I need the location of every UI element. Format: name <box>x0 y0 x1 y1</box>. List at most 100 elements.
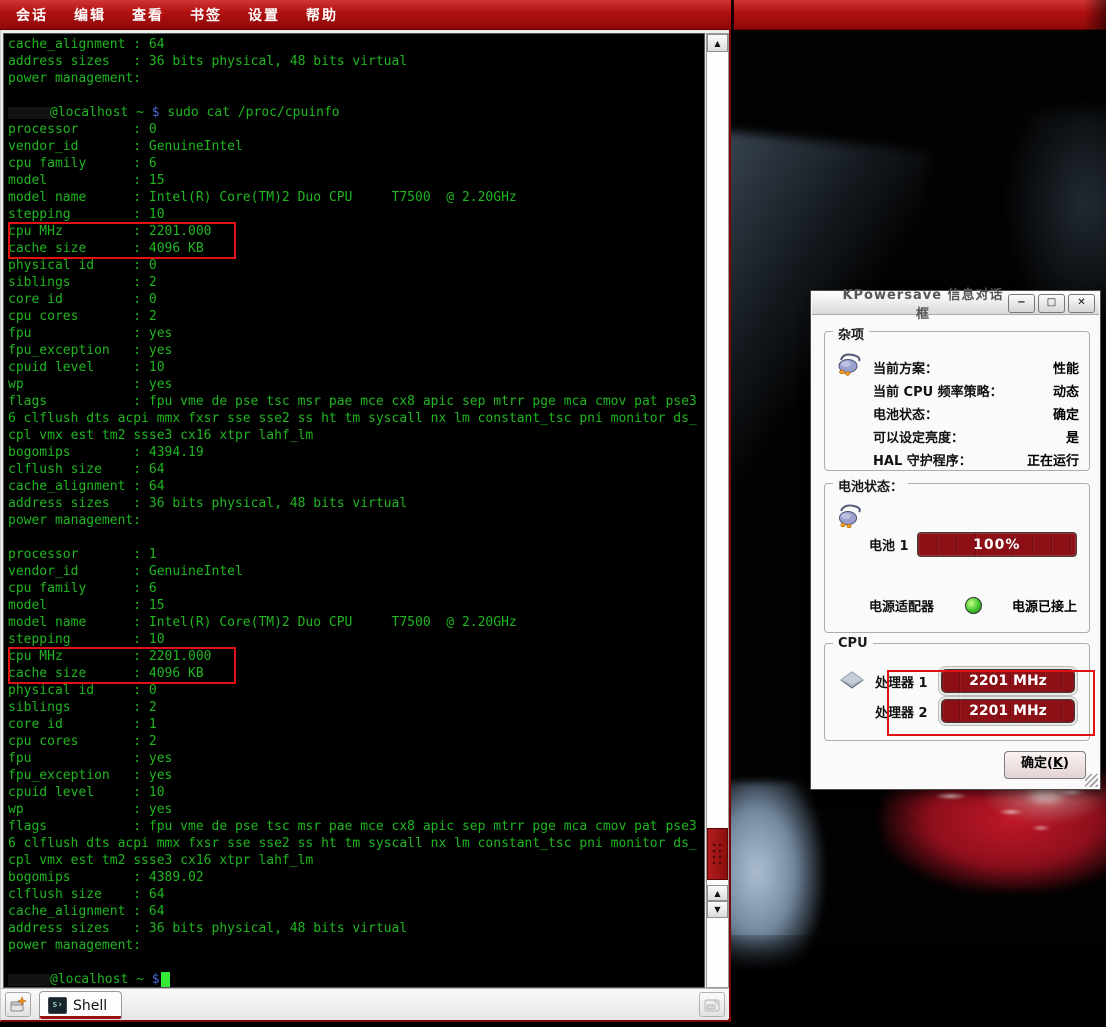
terminal-output-line: cache size : 4096 KB <box>8 665 704 682</box>
misc-rows: 当前方案：性能当前 CPU 频率策略：动态电池状态：确定可以设定亮度：是HAL … <box>873 356 1079 471</box>
terminal-output-line: address sizes : 36 bits physical, 48 bit… <box>8 495 704 512</box>
terminal-output-line: cache_alignment : 64 <box>8 903 704 920</box>
close-session-button[interactable] <box>699 992 725 1017</box>
terminal-output-line: fpu : yes <box>8 325 704 342</box>
terminal-output-line: model name : Intel(R) Core(TM)2 Duo CPU … <box>8 614 704 631</box>
cpu-row-2: 处理器 22201 MHz <box>875 696 1075 726</box>
new-session-button[interactable] <box>5 992 31 1017</box>
scroll-up-button-bottom[interactable]: ▲ <box>707 885 728 901</box>
menu-item-bookmarks[interactable]: 书签 <box>190 5 222 25</box>
resize-grip[interactable] <box>1085 774 1098 787</box>
terminal-output-line: clflush size : 64 <box>8 886 704 903</box>
ac-status-text: 电源已接上 <box>1012 596 1077 615</box>
terminal-output-line: 6 clflush dts acpi mmx fxsr sse sse2 ss … <box>8 410 704 427</box>
close-button[interactable]: ✕ <box>1068 294 1095 313</box>
terminal-output-line: bogomips : 4394.19 <box>8 444 704 461</box>
terminal-output-line: physical id : 0 <box>8 682 704 699</box>
wallpaper-dark-floor <box>731 935 1106 1027</box>
menu-item-settings[interactable]: 设置 <box>248 5 280 25</box>
terminal-output-line: 6 clflush dts acpi mmx fxsr sse sse2 ss … <box>8 835 704 852</box>
terminal-output-line: processor : 1 <box>8 546 704 563</box>
misc-row-value: 确定 <box>1053 404 1079 423</box>
maximize-button[interactable]: □ <box>1038 294 1065 313</box>
terminal-output-line: cpu family : 6 <box>8 155 704 172</box>
menu-item-session[interactable]: 会话 <box>16 5 48 25</box>
terminal-output-line: model : 15 <box>8 172 704 189</box>
terminal-output-line: wp : yes <box>8 376 704 393</box>
terminal-output-line: bogomips : 4389.02 <box>8 869 704 886</box>
battery-name-label: 电池 1 <box>869 535 909 554</box>
minimize-button[interactable]: − <box>1008 294 1035 313</box>
terminal-output-line: cache_alignment : 64 <box>8 36 704 53</box>
redacted-username <box>8 107 50 119</box>
ac-status-led-icon <box>965 597 982 614</box>
misc-row-value: 正在运行 <box>1027 450 1079 469</box>
ok-button[interactable]: 确定(K) <box>1004 751 1086 779</box>
terminal-output-line: cache_alignment : 64 <box>8 478 704 495</box>
terminal-output-line: vendor_id : GenuineIntel <box>8 563 704 580</box>
battery-row: 电池 1 100% <box>869 532 1077 557</box>
prompt-dollar: $ <box>152 972 160 987</box>
terminal-output-line: wp : yes <box>8 801 704 818</box>
misc-row-label: HAL 守护程序： <box>873 450 972 469</box>
terminal-output-line: cpu MHz : 2201.000 <box>8 648 704 665</box>
terminal-prompt-line: @localhost ~ $ <box>8 971 704 988</box>
terminal-output-line: cpl vmx est tm2 ssse3 cx16 xtpr lahf_lm <box>8 427 704 444</box>
misc-row-label: 当前 CPU 频率策略： <box>873 381 1003 400</box>
terminal-output-line: siblings : 2 <box>8 274 704 291</box>
misc-row-2: 电池状态：确定 <box>873 402 1079 425</box>
misc-row-value: 动态 <box>1053 381 1079 400</box>
terminal-output-line: physical id : 0 <box>8 257 704 274</box>
terminal-output-line: address sizes : 36 bits physical, 48 bit… <box>8 53 704 70</box>
dialog-title-bar[interactable]: KPowersave 信息对话框 − □ ✕ <box>812 292 1099 315</box>
battery-group: 电池状态： 电池 1 100% 电源适配器 电源已接上 <box>824 483 1090 633</box>
terminal-prompt-line: @localhost ~ $ sudo cat /proc/cpuinfo <box>8 104 704 121</box>
terminal-output-line: core id : 1 <box>8 716 704 733</box>
kpowersave-dialog: KPowersave 信息对话框 − □ ✕ 杂项 当前方案：性能当前 CPU … <box>810 290 1101 790</box>
terminal-output-line <box>8 87 704 104</box>
terminal-output-line: stepping : 10 <box>8 631 704 648</box>
terminal-output-line: core id : 0 <box>8 291 704 308</box>
processor-label: 处理器 2 <box>875 702 941 721</box>
scroll-down-button[interactable]: ▼ <box>707 901 728 918</box>
menu-bar-right-shade <box>1084 0 1106 30</box>
terminal-output-line: model name : Intel(R) Core(TM)2 Duo CPU … <box>8 189 704 206</box>
scrollbar-thumb[interactable] <box>707 828 728 880</box>
cpu-row-1: 处理器 12201 MHz <box>875 666 1075 696</box>
tab-shell[interactable]: s› Shell <box>39 991 122 1019</box>
menu-item-edit[interactable]: 编辑 <box>74 5 106 25</box>
terminal-output-line: cpuid level : 10 <box>8 359 704 376</box>
power-plug-icon <box>835 352 865 378</box>
terminal-output-line: model : 15 <box>8 597 704 614</box>
terminal-output-line: fpu_exception : yes <box>8 342 704 359</box>
shell-tab-icon: s› <box>48 997 67 1014</box>
misc-row-1: 当前 CPU 频率策略： 动态 <box>873 379 1079 402</box>
terminal-output-line <box>8 954 704 971</box>
processor-label: 处理器 1 <box>875 672 941 691</box>
scroll-up-button[interactable]: ▲ <box>707 34 728 52</box>
terminal-scrollbar[interactable]: ▲ ▲ ▼ <box>706 33 729 988</box>
terminal-output-line: flags : fpu vme de pse tsc msr pae mce c… <box>8 393 704 410</box>
terminal-output-line: cpu cores : 2 <box>8 308 704 325</box>
terminal-output-line: stepping : 10 <box>8 206 704 223</box>
battery-group-label: 电池状态： <box>833 476 908 495</box>
terminal-output-line: flags : fpu vme de pse tsc msr pae mce c… <box>8 818 704 835</box>
menu-item-view[interactable]: 查看 <box>132 5 164 25</box>
session-tab-bar: s› Shell <box>1 988 728 1020</box>
misc-row-3: 可以设定亮度：是 <box>873 425 1079 448</box>
prompt-dollar: $ <box>152 105 160 120</box>
shell-tab-label: Shell <box>73 998 107 1014</box>
terminal-output-line: cpu MHz : 2201.000 <box>8 223 704 240</box>
ac-adapter-row: 电源适配器 电源已接上 <box>869 596 1077 615</box>
misc-group-label: 杂项 <box>833 324 869 343</box>
ac-adapter-label: 电源适配器 <box>869 596 934 615</box>
cpu-frequency-text: 2201 MHz <box>942 670 1074 692</box>
cpu-group: CPU 处理器 12201 MHz处理器 22201 MHz <box>824 643 1090 741</box>
menu-item-help[interactable]: 帮助 <box>306 5 338 25</box>
terminal-screen[interactable]: cache_alignment : 64address sizes : 36 b… <box>3 33 705 988</box>
cpu-frequency-text: 2201 MHz <box>942 700 1074 722</box>
terminal-cursor <box>161 972 170 987</box>
terminal-output-line: power management: <box>8 512 704 529</box>
cpu-group-label: CPU <box>833 636 873 651</box>
terminal-output-line <box>8 529 704 546</box>
